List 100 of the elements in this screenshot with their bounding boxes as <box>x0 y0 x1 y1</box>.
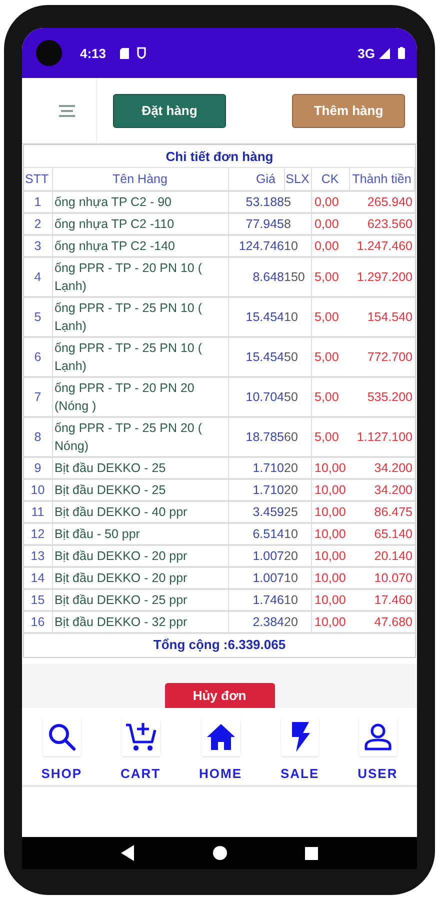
table-cell: Bịt đầu DEKKO - 20 ppr <box>52 545 228 567</box>
table-cell: 10 <box>284 523 311 545</box>
table-cell: 10,00 <box>311 457 349 479</box>
recents-icon[interactable] <box>305 846 318 860</box>
network-type: 3G <box>358 46 375 60</box>
table-cell: 0,00 <box>311 191 349 213</box>
column-header: STT <box>24 168 52 191</box>
home-icon <box>206 723 236 751</box>
table-cell: 8 <box>24 417 52 457</box>
table-cell: 154.540 <box>349 297 414 337</box>
table-cell: ống PPR - TP - 25 PN 10 ( Lạnh) <box>52 337 228 377</box>
table-cell: 124.746 <box>228 235 284 257</box>
table-cell: 20 <box>284 545 311 567</box>
table-cell: 0,00 <box>311 235 349 257</box>
table-cell: 772.700 <box>349 337 414 377</box>
table-cell: 14 <box>24 567 52 589</box>
table-cell: 10,00 <box>311 545 349 567</box>
table-cell: 1.127.100 <box>349 417 414 457</box>
table-cell: 2 <box>24 213 52 235</box>
table-cell: 5,00 <box>311 257 349 297</box>
table-cell: 10 <box>284 589 311 611</box>
table-cell: 5,00 <box>311 377 349 417</box>
table-cell: 5,00 <box>311 297 349 337</box>
table-cell: ống nhựa TP C2 -110 <box>52 213 228 235</box>
table-cell: 65.140 <box>349 523 414 545</box>
nav-tab[interactable]: SHOP <box>41 718 82 781</box>
table-cell: ống PPR - TP - 20 PN 20 (Nóng ) <box>52 377 228 417</box>
table-cell: 6 <box>24 337 52 377</box>
table-cell: 1.746 <box>228 589 284 611</box>
table-cell: 12 <box>24 523 52 545</box>
table-cell: 17.460 <box>349 589 414 611</box>
table-cell: 5,00 <box>311 337 349 377</box>
table-cell: 0,00 <box>311 213 349 235</box>
table-cell: 20 <box>284 457 311 479</box>
table-cell: 1.247.460 <box>349 235 414 257</box>
nav-tab[interactable]: CART <box>120 718 161 781</box>
table-cell: 623.560 <box>349 213 414 235</box>
table-cell: 15.454 <box>228 337 284 377</box>
table-cell: 3 <box>24 235 52 257</box>
table-cell: 10,00 <box>311 589 349 611</box>
table-cell: 1.297.200 <box>349 257 414 297</box>
table-cell: 1.007 <box>228 567 284 589</box>
table-cell: 1.710 <box>228 479 284 501</box>
table-cell: 13 <box>24 545 52 567</box>
table-cell: 10.070 <box>349 567 414 589</box>
table-cell: 34.200 <box>349 457 414 479</box>
table-cell: 86.475 <box>349 501 414 523</box>
table-cell: 15.454 <box>228 297 284 337</box>
table-cell: 20 <box>284 479 311 501</box>
column-header: Giá <box>228 168 284 191</box>
table-cell: 16 <box>24 611 52 632</box>
order-total: Tổng cộng :6.339.065 <box>24 632 415 657</box>
nav-tab[interactable]: USER <box>358 718 398 781</box>
table-cell: 10 <box>284 297 311 337</box>
table-cell: Bịt đầu - 50 ppr <box>52 523 228 545</box>
table-cell: 3.459 <box>228 501 284 523</box>
table-cell: 8 <box>284 213 311 235</box>
table-cell: 10,00 <box>311 523 349 545</box>
sim-card-icon <box>120 48 130 58</box>
table-cell: 53.188 <box>228 191 284 213</box>
table-cell: 10,00 <box>311 479 349 501</box>
table-cell: Bịt đầu DEKKO - 40 ppr <box>52 501 228 523</box>
nav-tab[interactable]: SALE <box>280 718 320 781</box>
table-cell: Bịt đầu DEKKO - 25 <box>52 457 228 479</box>
signal-icon <box>379 48 390 58</box>
table-cell: 265.940 <box>349 191 414 213</box>
menu-icon[interactable] <box>59 104 75 116</box>
table-cell: 20 <box>284 611 311 632</box>
table-cell: 9 <box>24 457 52 479</box>
back-icon[interactable] <box>121 845 135 861</box>
table-cell: 34.200 <box>349 479 414 501</box>
table-cell: 1 <box>24 191 52 213</box>
shield-icon <box>137 47 146 59</box>
table-cell: Bịt đầu DEKKO - 20 ppr <box>52 567 228 589</box>
camera-icon <box>36 40 62 66</box>
home-button-icon[interactable] <box>213 846 227 860</box>
table-cell: 10,00 <box>311 567 349 589</box>
table-title: Chi tiết đơn hàng <box>24 145 415 168</box>
table-cell: 10 <box>24 479 52 501</box>
search-icon <box>46 722 77 752</box>
table-cell: 10.704 <box>228 377 284 417</box>
cancel-order-button[interactable]: Hủy đơn <box>164 683 274 708</box>
nav-tab[interactable]: HOME <box>199 718 242 781</box>
table-cell: 2.384 <box>228 611 284 632</box>
table-cell: 7 <box>24 377 52 417</box>
table-cell: 60 <box>284 417 311 457</box>
table-cell: 150 <box>284 257 311 297</box>
table-cell: ống nhựa TP C2 - 90 <box>52 191 228 213</box>
table-cell: ống PPR - TP - 25 PN 10 ( Lạnh) <box>52 297 228 337</box>
table-cell: 10 <box>284 567 311 589</box>
table-cell: 8.648 <box>228 257 284 297</box>
table-cell: 20.140 <box>349 545 414 567</box>
table-cell: ống nhựa TP C2 -140 <box>52 235 228 257</box>
table-cell: 50 <box>284 377 311 417</box>
column-header: SLX <box>284 168 311 191</box>
column-header: CK <box>311 168 349 191</box>
table-cell: Bịt đầu DEKKO - 25 <box>52 479 228 501</box>
status-time: 4:13 <box>80 46 106 60</box>
table-cell: 47.680 <box>349 611 414 632</box>
order-button[interactable]: Đặt hàng <box>113 94 226 128</box>
